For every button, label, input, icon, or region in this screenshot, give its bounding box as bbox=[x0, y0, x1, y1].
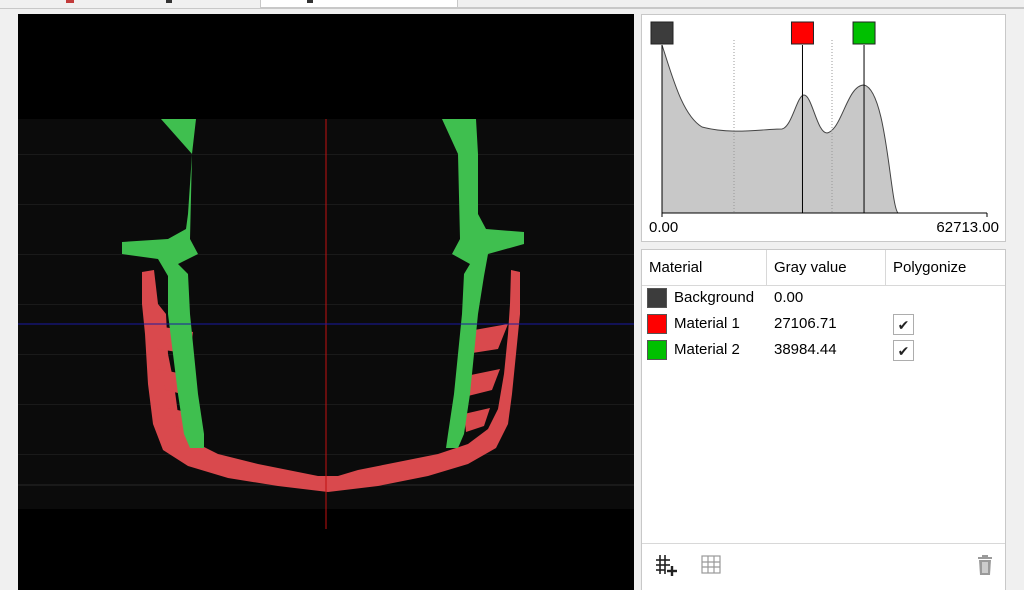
gray-value: 38984.44 bbox=[774, 341, 837, 358]
color-swatch[interactable] bbox=[647, 314, 667, 334]
material-name: Material 2 bbox=[674, 341, 740, 358]
tab-label-fragment bbox=[307, 0, 313, 3]
threshold-marker-handle[interactable] bbox=[790, 21, 814, 45]
material-table-toolbar bbox=[642, 543, 1005, 590]
ct-slice-image bbox=[18, 119, 634, 529]
add-material-icon[interactable] bbox=[653, 552, 679, 578]
gray-value: 27106.71 bbox=[774, 315, 837, 332]
column-header-gray-value[interactable]: Gray value bbox=[767, 250, 886, 285]
material-name: Background bbox=[674, 289, 755, 306]
material-table-header: Material Gray value Polygonize bbox=[642, 250, 1005, 286]
column-header-polygonize[interactable]: Polygonize bbox=[886, 250, 1005, 285]
grid-icon[interactable] bbox=[699, 552, 725, 578]
column-header-material[interactable]: Material bbox=[642, 250, 767, 285]
histogram-max-label: 62713.00 bbox=[936, 219, 999, 236]
table-row-material-2[interactable]: Material 2 38984.44 ✔ bbox=[642, 338, 1005, 363]
polygonize-checkbox[interactable]: ✔ bbox=[893, 340, 914, 361]
polygonize-checkbox[interactable]: ✔ bbox=[893, 314, 914, 335]
tab-second[interactable] bbox=[260, 0, 458, 8]
table-row-material-1[interactable]: Material 1 27106.71 ✔ bbox=[642, 312, 1005, 337]
image-viewport[interactable] bbox=[18, 14, 634, 590]
tab-active[interactable] bbox=[16, 0, 260, 8]
tab-strip-filler bbox=[457, 0, 1024, 8]
color-swatch[interactable] bbox=[647, 288, 667, 308]
threshold-marker-handle[interactable] bbox=[852, 21, 876, 45]
table-row-background[interactable]: Background 0.00 bbox=[642, 286, 1005, 311]
histogram-chart bbox=[650, 21, 988, 217]
threshold-marker-handle[interactable] bbox=[650, 21, 674, 45]
tab-label-fragment bbox=[166, 0, 172, 3]
gray-value: 0.00 bbox=[774, 289, 804, 306]
material-table: Material Gray value Polygonize Backgroun… bbox=[641, 249, 1006, 590]
material-name: Material 1 bbox=[674, 315, 740, 332]
color-swatch[interactable] bbox=[647, 340, 667, 360]
histogram-panel[interactable]: 0.00 62713.00 bbox=[641, 14, 1006, 242]
tab-strip bbox=[0, 0, 1024, 8]
trash-icon[interactable] bbox=[972, 552, 998, 578]
histogram-min-label: 0.00 bbox=[649, 219, 679, 236]
tab-icon bbox=[66, 0, 74, 3]
